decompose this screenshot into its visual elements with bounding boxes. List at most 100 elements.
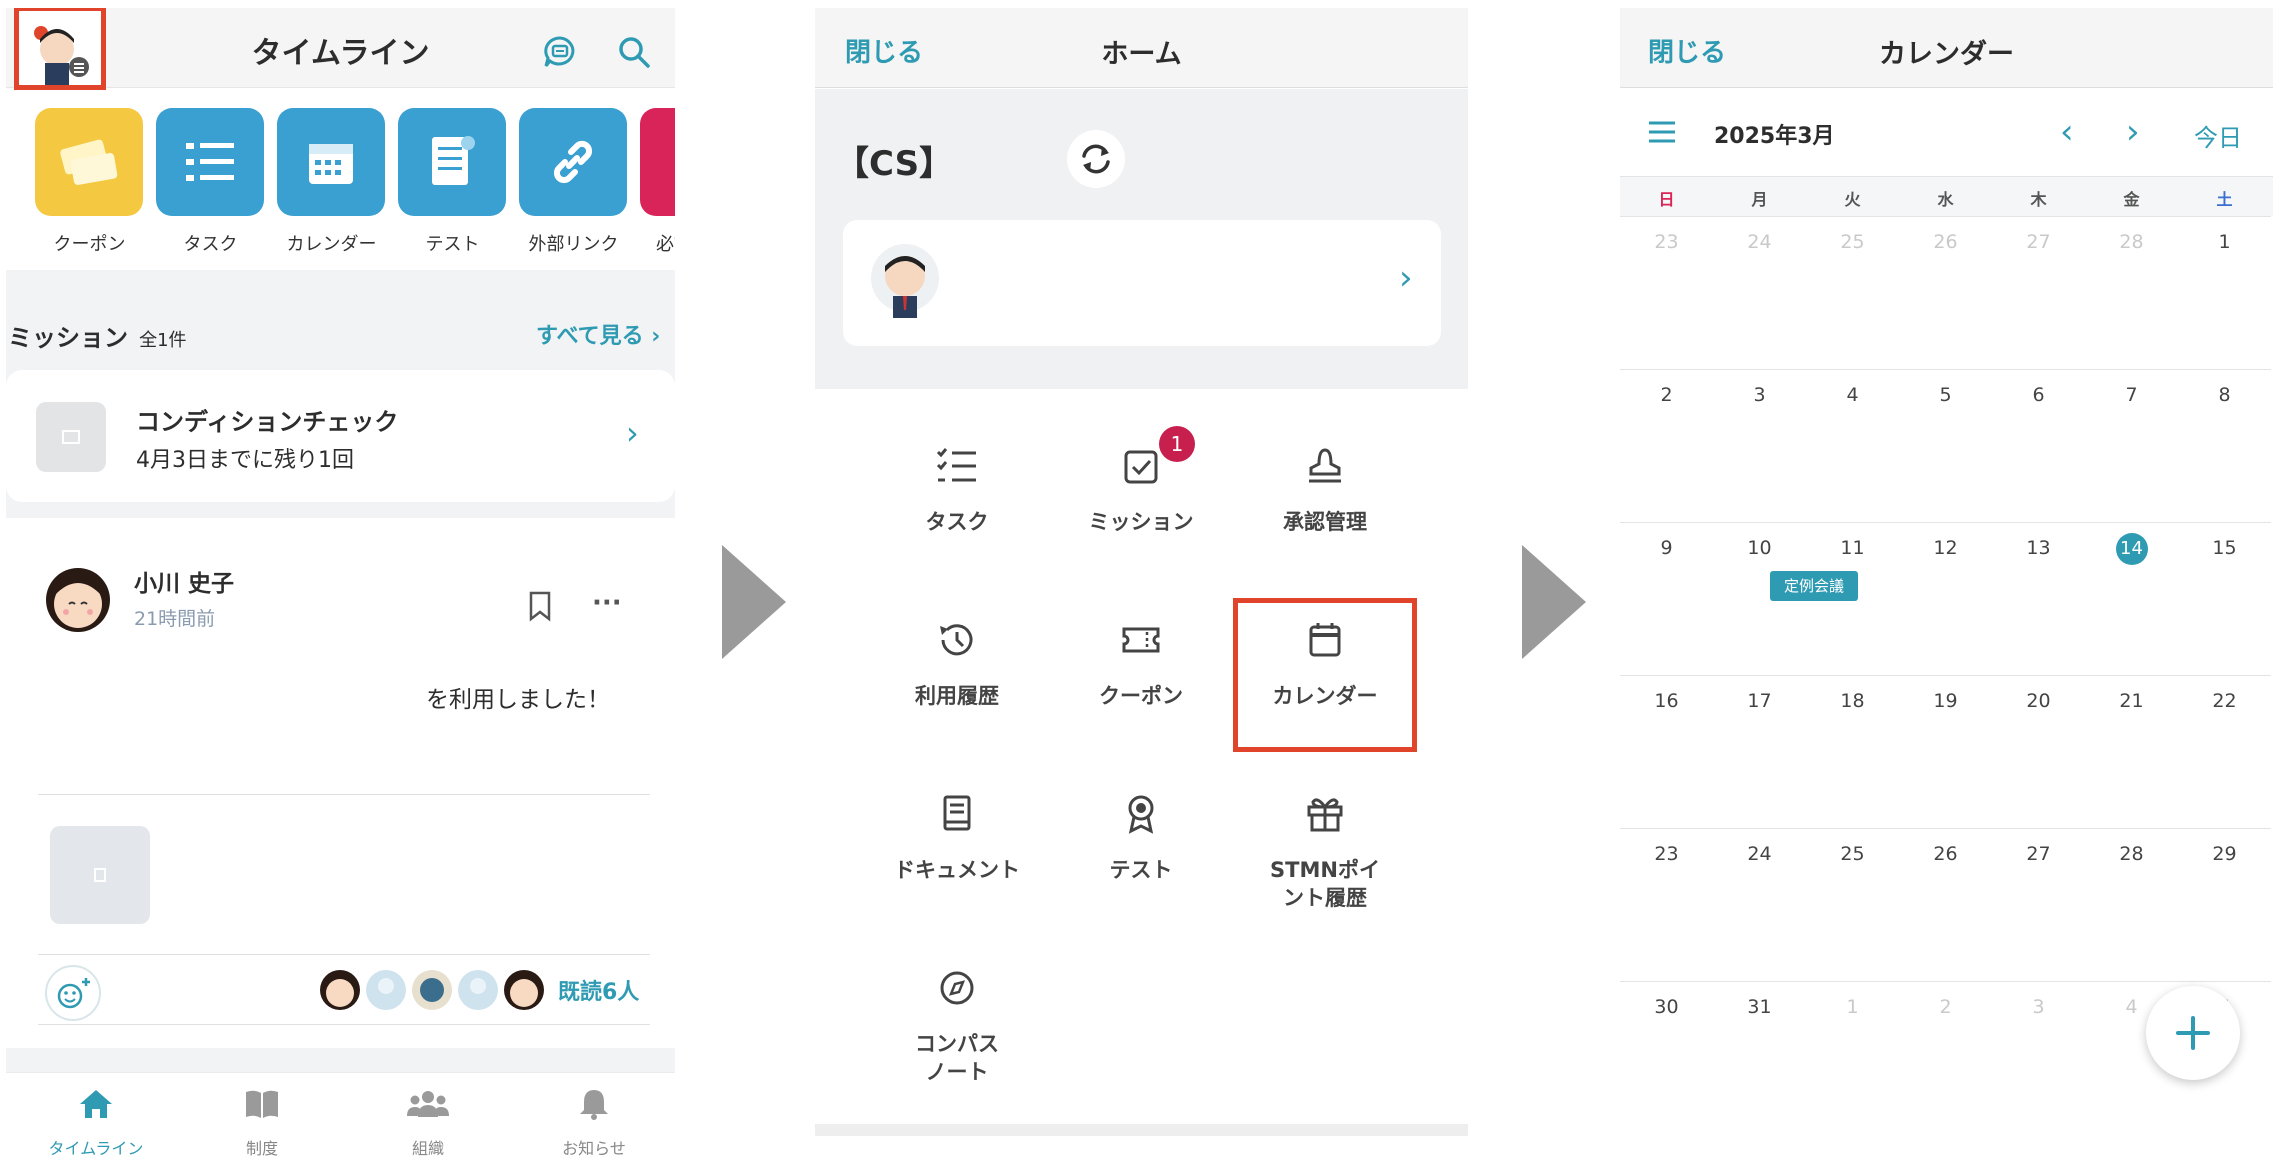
post-author: 小川 史子: [134, 571, 235, 597]
bookmark-icon[interactable]: [526, 590, 554, 626]
menu-compass-note[interactable]: コンパス ノート: [865, 960, 1049, 1086]
day-number: 23: [1654, 231, 1679, 253]
divider: [38, 954, 650, 955]
test-icon: [398, 108, 506, 216]
divider: [38, 794, 650, 795]
shortcut-calendar[interactable]: カレンダー: [277, 108, 386, 256]
tab-notifications[interactable]: お知らせ: [514, 1087, 674, 1159]
chevron-right-icon[interactable]: ›: [2126, 112, 2140, 152]
calendar-day-cell[interactable]: 29: [2178, 828, 2271, 981]
shortcut-test[interactable]: テスト: [398, 108, 507, 256]
calendar-day-cell[interactable]: 23: [1620, 216, 1713, 369]
shortcut-label: クーポン: [53, 234, 126, 255]
add-event-button[interactable]: [2146, 986, 2240, 1080]
calendar-day-cell[interactable]: 25: [1806, 216, 1899, 369]
shortcut-task[interactable]: タスク: [156, 108, 265, 256]
calendar-day-cell[interactable]: 18: [1806, 675, 1899, 828]
award-icon: [1128, 795, 1154, 834]
see-all-label: すべて見る: [536, 324, 644, 349]
calendar-day-cell[interactable]: 2: [1899, 981, 1992, 1134]
menu-approval[interactable]: 承認管理: [1233, 438, 1417, 536]
calendar-day-cell[interactable]: 1: [2178, 216, 2271, 369]
day-number: 3: [1753, 384, 1766, 406]
calendar-day-cell[interactable]: 5: [1899, 369, 1992, 522]
add-reaction-icon[interactable]: [44, 964, 102, 1026]
more-options-icon[interactable]: ···: [592, 588, 622, 618]
day-number: 27: [2026, 231, 2051, 253]
must-read-icon: [640, 108, 675, 216]
reader-avatars[interactable]: [318, 966, 558, 1018]
highlight-box: [1233, 598, 1417, 752]
menu-document[interactable]: ドキュメント: [865, 786, 1049, 884]
user-profile-card[interactable]: ›: [843, 220, 1441, 346]
chevron-left-icon[interactable]: ‹: [2060, 112, 2074, 152]
calendar-day-cell[interactable]: 6: [1992, 369, 2085, 522]
menu-test[interactable]: テスト: [1049, 786, 1233, 884]
read-count-link[interactable]: 既読6人: [558, 974, 639, 1006]
calendar-day-cell[interactable]: 26: [1899, 216, 1992, 369]
bottom-tab-bar: タイムライン 制度 組織 お知らせ: [6, 1072, 675, 1176]
shortcut-external-link[interactable]: 外部リンク: [519, 108, 628, 256]
calendar-day-cell[interactable]: 31: [1713, 981, 1806, 1134]
calendar-day-cell[interactable]: 28: [2085, 216, 2178, 369]
calendar-day-cell[interactable]: 9: [1620, 522, 1713, 675]
menu-task[interactable]: タスク: [865, 438, 1049, 536]
calendar-day-cell[interactable]: 8: [2178, 369, 2271, 522]
calendar-day-cell[interactable]: 2: [1620, 369, 1713, 522]
menu-mission[interactable]: 1 ミッション: [1049, 426, 1233, 536]
day-number: 6: [2032, 384, 2045, 406]
day-number: 17: [1747, 690, 1772, 712]
calendar-day-cell[interactable]: 3: [1992, 981, 2085, 1134]
menu-coupon[interactable]: クーポン: [1049, 612, 1233, 710]
calendar-day-cell[interactable]: 4: [1806, 369, 1899, 522]
calendar-day-cell[interactable]: 28: [2085, 828, 2178, 981]
calendar-day-cell[interactable]: 12: [1899, 522, 1992, 675]
calendar-day-cell[interactable]: 24: [1713, 828, 1806, 981]
day-number: 27: [2026, 843, 2051, 865]
calendar-day-cell[interactable]: 30: [1620, 981, 1713, 1134]
day-number: 29: [2212, 843, 2237, 865]
menu-usage-history[interactable]: 利用履歴: [865, 612, 1049, 710]
switch-organization-icon[interactable]: [1067, 130, 1125, 188]
tab-system[interactable]: 制度: [182, 1087, 342, 1159]
today-button[interactable]: 今日: [2194, 118, 2242, 153]
weekday-label: 月: [1751, 190, 1768, 209]
calendar-day-cell[interactable]: 27: [1992, 216, 2085, 369]
menu-stmn-point-history[interactable]: STMNポイ ント履歴: [1233, 786, 1417, 912]
calendar-day-cell[interactable]: 15: [2178, 522, 2271, 675]
calendar-day-cell[interactable]: 13: [1992, 522, 2085, 675]
shortcut-coupon[interactable]: クーポン: [35, 108, 144, 256]
calendar-day-cell[interactable]: 27: [1992, 828, 2085, 981]
tab-organization[interactable]: 組織: [348, 1087, 508, 1159]
chat-icon[interactable]: [542, 34, 578, 74]
calendar-day-cell[interactable]: 20: [1992, 675, 2085, 828]
calendar-day-cell[interactable]: 23: [1620, 828, 1713, 981]
menu-label: 承認管理: [1283, 510, 1367, 534]
mission-card[interactable]: コンディションチェック 4月3日までに残り1回 ›: [6, 370, 675, 502]
calendar-day-cell[interactable]: 16: [1620, 675, 1713, 828]
calendar-day-cell[interactable]: 3: [1713, 369, 1806, 522]
menu-label: タスク: [925, 510, 989, 534]
calendar-day-cell[interactable]: 26: [1899, 828, 1992, 981]
menu-label: テスト: [1109, 858, 1173, 882]
calendar-day-cell[interactable]: 7: [2085, 369, 2178, 522]
author-avatar[interactable]: [38, 556, 118, 646]
calendar-day-cell[interactable]: 24: [1713, 216, 1806, 369]
calendar-day-cell[interactable]: 1: [1806, 981, 1899, 1134]
shortcut-must-read[interactable]: 必読: [640, 108, 675, 256]
search-icon[interactable]: [616, 34, 652, 74]
post-attachment-thumbnail[interactable]: [50, 826, 150, 924]
tab-timeline[interactable]: タイムライン: [16, 1087, 176, 1159]
calendar-day-cell[interactable]: 22: [2178, 675, 2271, 828]
image-placeholder-icon: [36, 402, 106, 472]
calendar-day-cell[interactable]: 25: [1806, 828, 1899, 981]
calendar-day-cell[interactable]: 17: [1713, 675, 1806, 828]
calendar-day-cell[interactable]: 11 定例会議: [1770, 522, 1899, 675]
calendar-day-cell[interactable]: 21: [2085, 675, 2178, 828]
menu-icon[interactable]: [1648, 120, 1676, 148]
see-all-link[interactable]: すべて見る ›: [536, 318, 660, 350]
calendar-day-cell[interactable]: 14: [2085, 522, 2178, 675]
event-chip[interactable]: 定例会議: [1770, 571, 1858, 601]
calendar-day-cell[interactable]: 19: [1899, 675, 1992, 828]
menu-label: コンパス ノート: [915, 1032, 999, 1084]
